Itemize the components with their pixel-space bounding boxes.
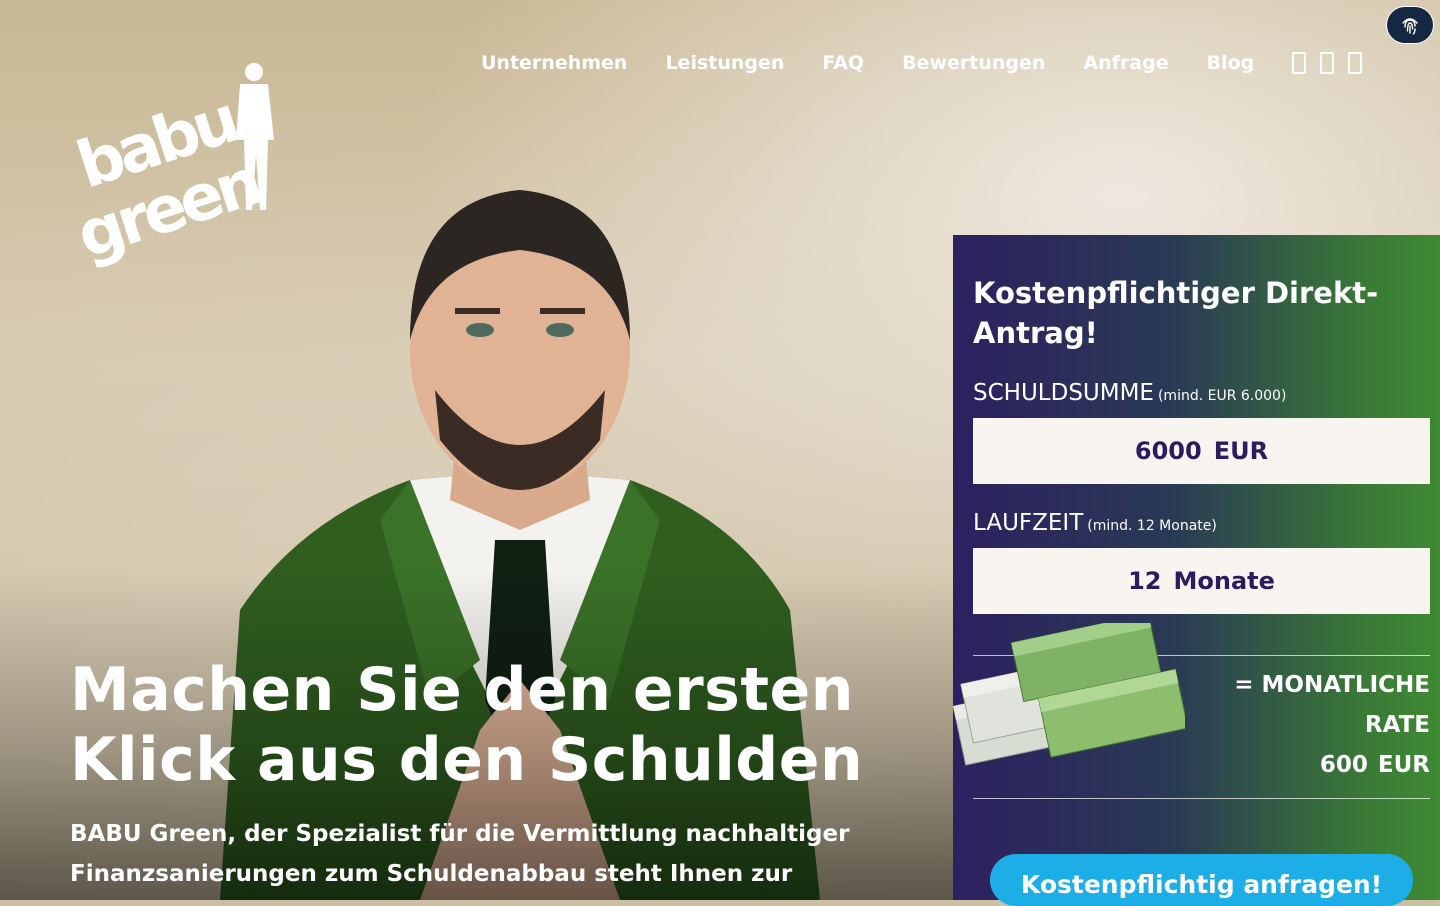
term-label: LAUFZEIT (mind. 12 Monate) <box>973 510 1217 536</box>
brand-logo[interactable]: babu green <box>62 60 292 274</box>
main-nav: Unternehmen Leistungen FAQ Bewertungen A… <box>462 48 1369 78</box>
term-label-text: LAUFZEIT <box>973 510 1084 536</box>
money-stack-image <box>952 623 1185 766</box>
nav-item-anfrage[interactable]: Anfrage <box>1083 52 1168 74</box>
term-unit: Monate <box>1173 567 1275 595</box>
rate-unit: EUR <box>1377 752 1430 778</box>
hero-subtext: BABU Green, der Spezialist für die Vermi… <box>70 821 850 887</box>
social-icon[interactable] <box>1320 52 1335 74</box>
debt-value: 6000 <box>1134 437 1202 465</box>
debt-label-text: SCHULDSUMME <box>973 380 1154 406</box>
rate-label-line1: = MONATLICHE <box>1234 672 1430 698</box>
businessman-icon <box>236 63 274 210</box>
debt-unit: EUR <box>1213 437 1269 465</box>
term-hint: (mind. 12 Monate) <box>1087 518 1217 534</box>
social-icon[interactable] <box>1292 52 1307 74</box>
divider <box>973 798 1430 799</box>
hero-headline: Machen Sie den ersten Klick aus den Schu… <box>70 655 864 795</box>
monthly-rate: = MONATLICHE RATE 600 EUR <box>1234 665 1430 785</box>
nav-item-blog[interactable]: Blog <box>1207 52 1255 74</box>
rate-value: 600 <box>1319 752 1368 778</box>
nav-item-unternehmen[interactable]: Unternehmen <box>481 52 627 74</box>
rate-label-line2: RATE <box>1364 712 1430 738</box>
calculator-title: Kostenpflichtiger Direkt-Antrag! <box>973 276 1379 350</box>
term-input[interactable]: 12 Monate <box>973 548 1430 614</box>
privacy-settings-button[interactable] <box>1386 6 1434 44</box>
calculator-panel: Kostenpflichtiger Direkt-Antrag! SCHULDS… <box>952 235 1440 906</box>
rate-amount: 600 EUR <box>1234 745 1430 785</box>
social-icons <box>1285 52 1369 74</box>
request-button[interactable]: Kostenpflichtig anfragen! <box>990 854 1413 906</box>
nav-item-leistungen[interactable]: Leistungen <box>665 52 784 74</box>
term-value: 12 <box>1128 567 1162 595</box>
fingerprint-icon <box>1402 18 1418 35</box>
debt-label: SCHULDSUMME (mind. EUR 6.000) <box>973 380 1286 406</box>
debt-hint: (mind. EUR 6.000) <box>1157 388 1287 404</box>
nav-item-faq[interactable]: FAQ <box>822 52 864 74</box>
debt-input[interactable]: 6000 EUR <box>973 418 1430 484</box>
social-icon[interactable] <box>1348 52 1363 74</box>
nav-item-bewertungen[interactable]: Bewertungen <box>902 52 1045 74</box>
